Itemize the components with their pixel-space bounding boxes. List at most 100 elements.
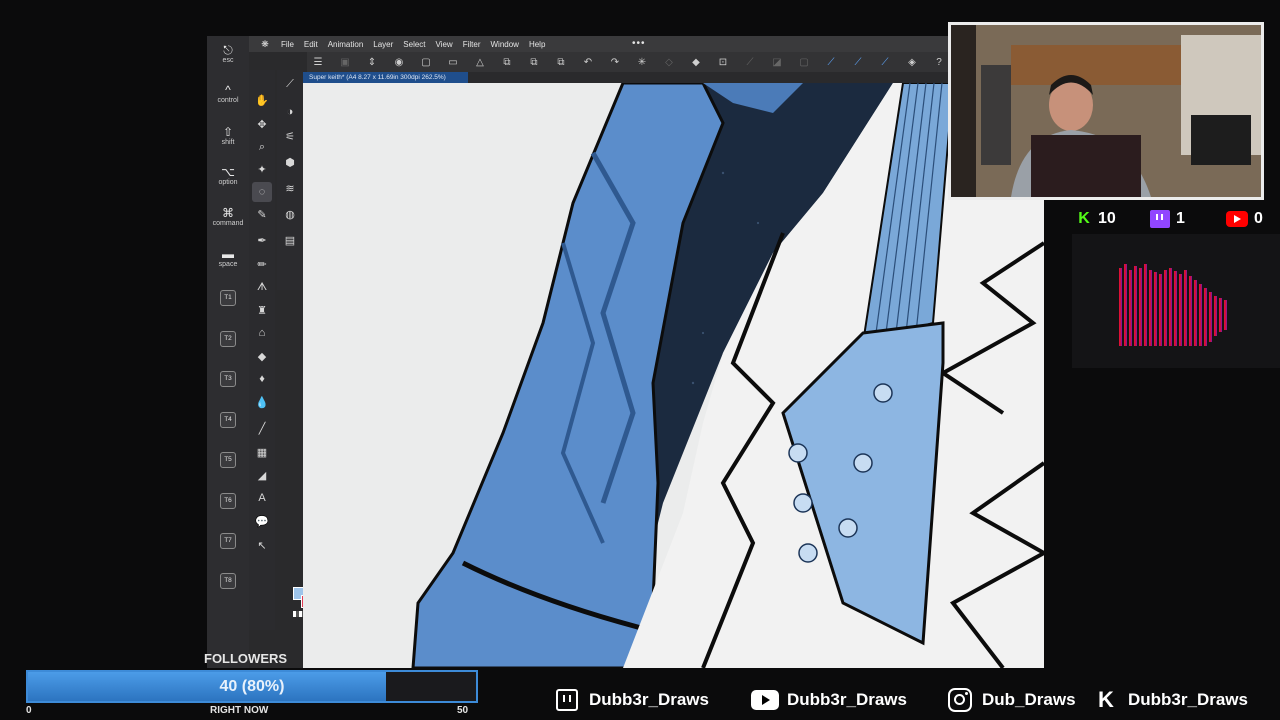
menu-select[interactable]: Select <box>403 40 425 49</box>
menu-bar: ❋ File Edit Animation Layer Select View … <box>207 36 1044 52</box>
export-alt-icon[interactable]: ⧉ <box>523 53 545 71</box>
t5-key[interactable]: T5 <box>220 452 236 468</box>
magic-wand-icon[interactable]: ✦ <box>252 159 272 179</box>
show-selection-icon[interactable]: ▢ <box>793 53 815 71</box>
loading-icon[interactable]: ✳ <box>631 53 653 71</box>
option-icon: ⌥ <box>221 165 235 179</box>
brush-icon[interactable]: ᗑ <box>252 277 272 297</box>
pen-icon[interactable]: ✒ <box>252 230 272 250</box>
layers-icon[interactable]: ≋ <box>280 178 300 198</box>
grid-snap-icon[interactable]: ⟋ <box>874 53 896 71</box>
t2-key[interactable]: T2 <box>220 331 236 347</box>
hamburger-menu-icon[interactable]: ☰ <box>307 53 329 71</box>
eyedropper-icon[interactable]: ✎ <box>252 204 272 224</box>
navigator-icon[interactable]: ◍ <box>280 204 300 224</box>
app-logo-icon[interactable]: ❋ <box>259 38 271 50</box>
option-key[interactable]: ⌥ option <box>207 165 249 187</box>
space-icon: ▬ <box>222 247 234 261</box>
twitch-handle: Dubb3r_Draws <box>589 690 709 709</box>
twitch-logo-icon <box>1150 210 1170 228</box>
balloon-icon[interactable]: 💬 <box>252 511 272 531</box>
shift-key[interactable]: ⇧ shift <box>207 126 249 147</box>
export-batch-icon[interactable]: ⧉ <box>550 53 572 71</box>
sliders-icon[interactable]: ⚟ <box>280 126 300 146</box>
line-icon[interactable]: ╱ <box>252 418 272 438</box>
help-icon[interactable]: ? <box>928 53 950 71</box>
followers-title: FOLLOWERS <box>204 651 288 666</box>
clip-studio-window: ❋ File Edit Animation Layer Select View … <box>207 36 1044 668</box>
space-key[interactable]: ▬ space <box>207 247 249 269</box>
layer-toggle-icon[interactable]: ◑ <box>280 102 300 122</box>
drop-icon[interactable]: 💧 <box>252 392 272 412</box>
open-folder-icon[interactable]: ▭ <box>442 53 464 71</box>
menu-filter[interactable]: Filter <box>463 40 481 49</box>
layer-settings-icon[interactable]: ▣ <box>334 53 356 71</box>
undo-icon[interactable]: ↶ <box>577 53 599 71</box>
twitch-icon <box>556 689 578 711</box>
transform-icon[interactable]: ⊡ <box>712 53 734 71</box>
record-icon[interactable]: ◉ <box>388 53 410 71</box>
gradient-icon[interactable]: ◢ <box>252 465 272 485</box>
tool-palette: ✋ ✥ ⌕ ✦ ◌ ✎ ✒ ✏ ᗑ ♜ ⌂ ◆ ♦ 💧 ╱ ▦ ◢ A 💬 ↖ <box>249 70 315 630</box>
menu-edit[interactable]: Edit <box>304 40 318 49</box>
more-dots-icon[interactable]: ••• <box>632 38 646 49</box>
blend-icon[interactable]: ♦ <box>252 369 272 389</box>
sub-tool-palette: ⟋ ◑ ⚟ ⬢ ≋ ◍ ▤ <box>277 70 303 290</box>
t7-key[interactable]: T7 <box>220 533 236 549</box>
object-select-icon[interactable]: ↖ <box>252 535 272 555</box>
airbrush-icon[interactable]: ♜ <box>252 300 272 320</box>
export-icon[interactable]: ⧉ <box>496 53 518 71</box>
new-file-icon[interactable]: ▢ <box>415 53 437 71</box>
timeline-icon[interactable]: ▤ <box>280 230 300 250</box>
t4-key[interactable]: T4 <box>220 412 236 428</box>
lasso-icon[interactable]: ◌ <box>252 182 272 202</box>
stepper-icon[interactable]: ⇕ <box>361 53 383 71</box>
move-icon[interactable]: ✥ <box>252 114 272 134</box>
t6-key[interactable]: T6 <box>220 493 236 509</box>
menu-window[interactable]: Window <box>491 40 519 49</box>
kick-counter: K 10 <box>1075 208 1116 230</box>
fill-icon[interactable]: ◆ <box>685 53 707 71</box>
special-ruler-snap-icon[interactable]: ⟋ <box>847 53 869 71</box>
twitch-count: 1 <box>1176 210 1185 227</box>
menu-layer[interactable]: Layer <box>373 40 393 49</box>
ruler-snap-icon[interactable]: ⟋ <box>820 53 842 71</box>
instagram-icon <box>948 688 972 712</box>
menu-file[interactable]: File <box>281 40 294 49</box>
t1-key[interactable]: T1 <box>220 290 236 306</box>
redo-icon[interactable]: ↷ <box>604 53 626 71</box>
zoom-icon[interactable]: ⌕ <box>252 137 272 157</box>
text-icon[interactable]: A <box>252 488 272 508</box>
control-icon: ^ <box>225 83 231 97</box>
pen-nib-icon[interactable]: ⟋ <box>280 74 300 94</box>
youtube-count: 0 <box>1254 210 1263 227</box>
t8-key[interactable]: T8 <box>220 573 236 589</box>
audio-visualizer-panel <box>1072 234 1280 368</box>
materials-icon[interactable]: ⬢ <box>280 152 300 172</box>
menu-help[interactable]: Help <box>529 40 545 49</box>
control-key[interactable]: ^ control <box>207 83 249 105</box>
modifier-key-panel: ⎋ esc ^ control ⇧ shift ⌥ option ⌘ command ▬ s… <box>207 36 249 668</box>
invert-selection-icon[interactable]: ◪ <box>766 53 788 71</box>
menu-animation[interactable]: Animation <box>328 40 364 49</box>
kick-handle: Dubb3r_Draws <box>1128 690 1248 709</box>
eraser-icon[interactable]: ◆ <box>252 346 272 366</box>
decoration-icon[interactable]: ⌂ <box>252 323 272 343</box>
clear-layer-icon[interactable]: ◇ <box>658 53 680 71</box>
youtube-icon <box>751 690 779 710</box>
youtube-logo-icon <box>1226 211 1248 227</box>
ruler-3d-icon[interactable]: ◈ <box>901 53 923 71</box>
t3-key[interactable]: T3 <box>220 371 236 387</box>
social-instagram: Dub_Draws <box>946 687 1076 713</box>
menu-view[interactable]: View <box>436 40 453 49</box>
social-twitch: Dubb3r_Draws <box>553 687 709 713</box>
drawing-canvas[interactable] <box>303 83 1044 668</box>
pencil-icon[interactable]: ✏ <box>252 254 272 274</box>
hand-icon[interactable]: ✋ <box>252 90 272 110</box>
save-icon[interactable]: △ <box>469 53 491 71</box>
deselect-icon[interactable]: ⟋ <box>739 53 761 71</box>
frame-icon[interactable]: ▦ <box>252 442 272 462</box>
document-tab[interactable]: Super keith* (A4 8.27 x 11.69in 300dpi 2… <box>303 72 468 83</box>
command-key[interactable]: ⌘ command <box>207 207 249 228</box>
esc-key[interactable]: ⎋ esc <box>207 44 249 65</box>
